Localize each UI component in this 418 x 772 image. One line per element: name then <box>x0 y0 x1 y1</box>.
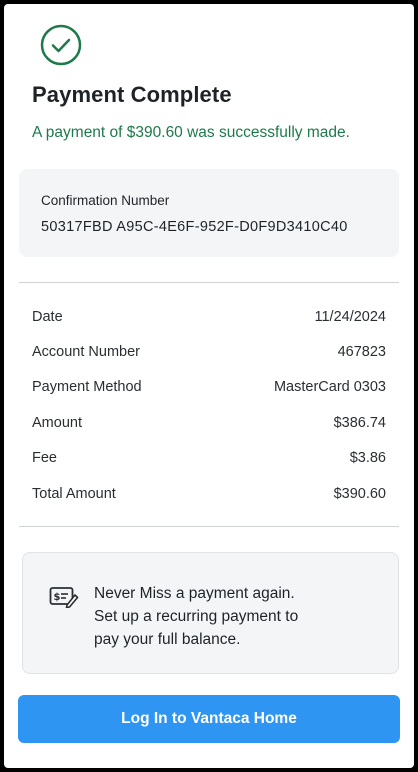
detail-label: Date <box>32 309 63 325</box>
payment-confirmation-screen: Payment Complete A payment of $390.60 wa… <box>4 4 414 768</box>
detail-value: $390.60 <box>333 486 386 502</box>
promo-text-line: Never Miss a payment again. <box>94 585 295 602</box>
divider-top <box>19 282 399 283</box>
page-title: Payment Complete <box>32 82 232 107</box>
recurring-payment-promo: $ Never Miss a payment again. Set up a r… <box>22 552 399 674</box>
bill-edit-icon: $ <box>49 587 79 608</box>
success-check-icon <box>40 24 82 66</box>
detail-label: Payment Method <box>32 379 142 395</box>
detail-row-total-amount: Total Amount $390.60 <box>32 486 386 502</box>
success-message: A payment of $390.60 was successfully ma… <box>32 124 350 141</box>
detail-value: 11/24/2024 <box>314 309 387 325</box>
detail-row-amount: Amount $386.74 <box>32 415 386 431</box>
detail-label: Account Number <box>32 344 140 360</box>
detail-value: 467823 <box>337 344 386 360</box>
detail-label: Total Amount <box>32 486 116 502</box>
promo-text-line: Set up a recurring payment to <box>94 608 299 625</box>
detail-value: MasterCard 0303 <box>273 379 386 395</box>
detail-label: Amount <box>32 415 82 431</box>
promo-text-line: pay your full balance. <box>94 631 241 648</box>
login-vantaca-home-button[interactable]: Log In to Vantaca Home <box>18 695 400 743</box>
detail-value: $3.86 <box>349 450 386 466</box>
confirmation-label: Confirmation Number <box>41 193 170 208</box>
detail-label: Fee <box>32 450 57 466</box>
detail-row-payment-method: Payment Method MasterCard 0303 <box>32 379 386 395</box>
divider-bottom <box>19 526 399 527</box>
confirmation-card: Confirmation Number 50317FBD A95C-4E6F-9… <box>19 169 399 257</box>
detail-value: $386.74 <box>333 415 386 431</box>
detail-row-account-number: Account Number 467823 <box>32 344 386 360</box>
confirmation-number: 50317FBD A95C-4E6F-952F-D0F9D3410C40 <box>41 219 348 235</box>
svg-text:$: $ <box>54 592 61 603</box>
detail-row-fee: Fee $3.86 <box>32 450 386 466</box>
detail-row-date: Date 11/24/2024 <box>32 309 386 325</box>
